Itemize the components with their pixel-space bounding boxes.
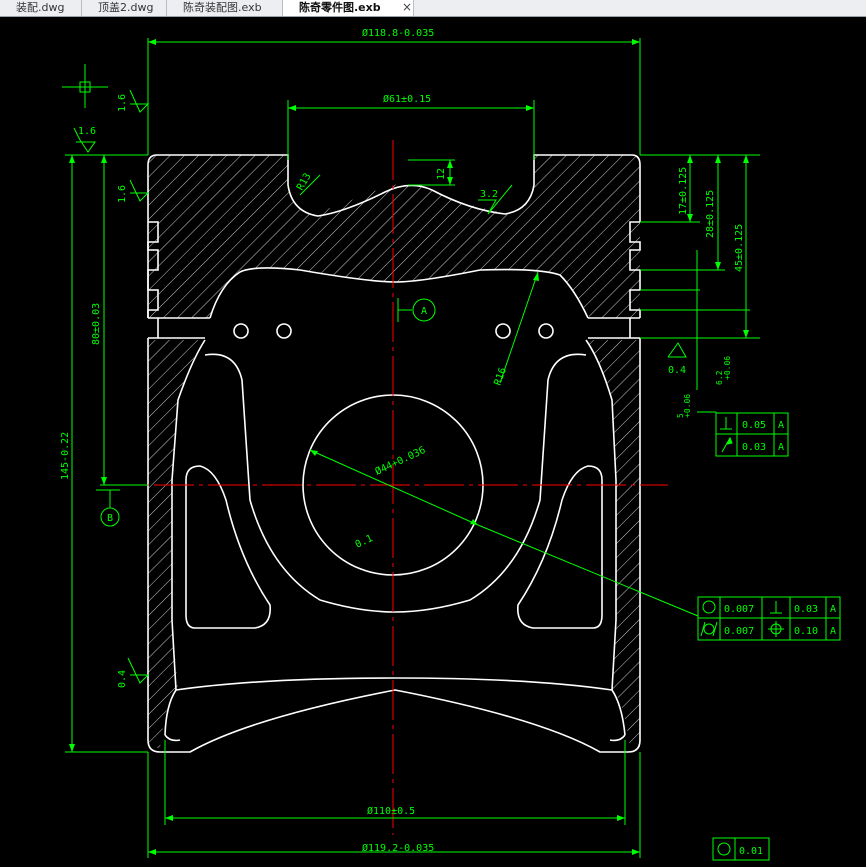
- tab-part-drawing-exb[interactable]: 陈奇零件图.exb: [283, 0, 414, 16]
- roughness-value: 0.4: [668, 365, 686, 376]
- part-drawing: Ø118.8-0.035 Ø61±0.15 Ø110±0.5 Ø119.2-0.…: [60, 27, 841, 861]
- roundness-icon-2: [717, 842, 731, 856]
- perp-value: 0.05: [742, 420, 766, 431]
- dim-small-a: 5: [676, 413, 685, 418]
- cylindricity-icon: [700, 621, 718, 637]
- roughness-value: 3.2: [480, 189, 498, 200]
- tab-label: 陈奇装配图.exb: [183, 1, 262, 14]
- dim-groove-tol-2: +0.06: [723, 356, 732, 380]
- perp2-datum: A: [830, 604, 836, 615]
- cylindricity-value: 0.007: [724, 626, 754, 637]
- runout-value: 0.03: [742, 442, 766, 453]
- hatched-crown: [148, 155, 640, 318]
- dim-28: 28±0.125: [705, 190, 716, 238]
- bottom-roundness-value: 0.01: [739, 846, 763, 857]
- datum-a-label: A: [421, 306, 427, 317]
- dim-height-80: 80±0.03: [91, 303, 102, 345]
- tab-label: 顶盖2.dwg: [98, 1, 154, 14]
- dim-r13: R13: [295, 171, 314, 192]
- tab-label: 陈奇零件图.exb: [299, 1, 381, 14]
- drawing-canvas[interactable]: Ø118.8-0.035 Ø61±0.15 Ø110±0.5 Ø119.2-0.…: [0, 17, 866, 863]
- hatched-left-skirt: [148, 340, 202, 748]
- tab-label: 装配.dwg: [16, 1, 65, 14]
- runout-icon: [721, 436, 733, 453]
- roundness-icon: [702, 600, 716, 614]
- perp2-value: 0.03: [794, 604, 818, 615]
- tab-assembly-dwg[interactable]: 装配.dwg: [0, 0, 82, 16]
- roundness-value: 0.007: [724, 604, 754, 615]
- dim-r16: R16: [492, 366, 509, 387]
- roughness-value: 1.6: [78, 126, 96, 137]
- close-tab-icon[interactable]: ×: [402, 0, 412, 14]
- position-datum: A: [830, 626, 836, 637]
- roughness-value: 0.4: [117, 670, 128, 688]
- tab-assembly-drawing-exb[interactable]: 陈奇装配图.exb: [167, 0, 283, 16]
- perp-datum: A: [778, 420, 784, 431]
- dim-top-dia: Ø118.8-0.035: [362, 27, 434, 39]
- position-value: 0.10: [794, 626, 818, 637]
- dim-bowl-dia: Ø61±0.15: [383, 93, 431, 105]
- dim-height-total: 145-0.22: [60, 432, 71, 480]
- roughness-value: 1.6: [117, 185, 128, 203]
- dim-12: 12: [436, 168, 447, 180]
- document-tab-bar: 装配.dwg 顶盖2.dwg 陈奇装配图.exb 陈奇零件图.exb ×: [0, 0, 866, 17]
- dim-bottom-dia: Ø110±0.5: [367, 805, 415, 817]
- tolerance-texts: 0.05 A 0.03 A 0.007 0.007 0.03 A 0.10 A …: [724, 420, 836, 857]
- dim-skirt-dia: Ø119.2-0.035: [362, 842, 434, 854]
- tab-top-cover-dwg[interactable]: 顶盖2.dwg: [82, 0, 167, 16]
- perpendicularity-icon: [720, 417, 732, 430]
- position-icon: [768, 621, 784, 637]
- perpendicularity-icon-2: [770, 601, 782, 614]
- roughness-value: 1.6: [117, 94, 128, 112]
- dim-45: 45±0.125: [734, 224, 745, 272]
- dim-chamfer: 0.1: [354, 533, 375, 551]
- datum-b-label: B: [107, 513, 113, 524]
- feature-control-frames: [697, 412, 841, 861]
- dim-17: 17±0.125: [678, 167, 689, 215]
- reference-cross: [62, 64, 108, 108]
- runout-datum: A: [778, 442, 784, 453]
- dim-small-b: 6.2: [715, 370, 724, 385]
- dim-pin-dia: Ø44+0.036: [373, 444, 427, 478]
